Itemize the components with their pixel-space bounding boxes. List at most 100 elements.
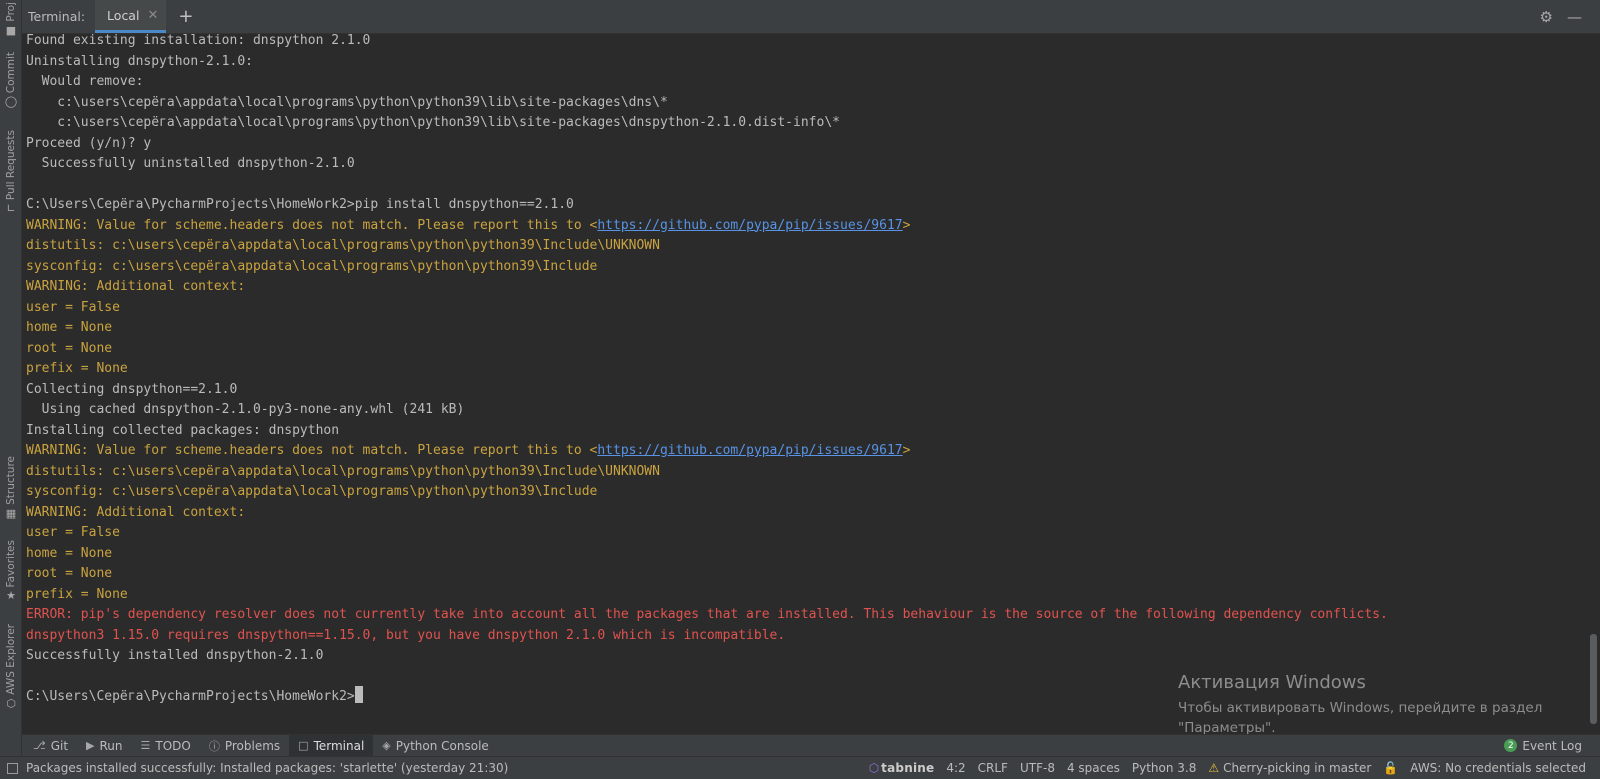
terminal-line-text: ERROR: pip's dependency resolver does no…	[26, 607, 1388, 622]
terminal-line: WARNING: Value for scheme.headers does n…	[26, 440, 910, 461]
toggle-tool-windows-icon[interactable]	[7, 762, 18, 774]
terminal-line: C:\Users\Серёга\PycharmProjects\HomeWork…	[26, 194, 574, 215]
tabnine-label: tabnine	[881, 761, 935, 775]
left-tool-strip: Proj ■ Commit ◯ Pull Requests ∟ Structur…	[0, 0, 22, 779]
tool-button-python-console[interactable]: ◈ Python Console	[373, 735, 498, 757]
tool-windows-bar: ⎇ Git ▶ Run ☰ TODO ⓘ Problems □ Terminal…	[22, 734, 1600, 757]
run-icon: ▶	[86, 739, 95, 752]
tool-button-run[interactable]: ▶ Run	[77, 735, 131, 757]
tabnine-widget[interactable]: ⬡ tabnine	[869, 761, 935, 775]
commit-icon: ◯	[4, 95, 18, 109]
tool-tab-commit[interactable]: Commit ◯	[0, 52, 22, 108]
terminal-line-text: home = None	[26, 545, 113, 561]
terminal-line-text: distutils: c:\users\серёга\appdata\local…	[26, 463, 660, 479]
terminal-line-text: Collecting dnspython==2.1.0	[26, 381, 238, 397]
tool-tab-pull-requests[interactable]: Pull Requests ∟	[0, 130, 22, 215]
terminal-line-text: WARNING: Value for scheme.headers does n…	[26, 443, 598, 458]
terminal-line: sysconfig: c:\users\серёга\appdata\local…	[26, 481, 597, 502]
tool-button-todo[interactable]: ☰ TODO	[132, 735, 200, 757]
gear-icon[interactable]: ⚙	[1540, 8, 1553, 26]
tool-tab-aws-explorer[interactable]: AWS Explorer ⬡	[0, 624, 22, 710]
tab-local[interactable]: Local ✕	[95, 0, 167, 33]
tabnine-icon: ⬡	[868, 761, 880, 775]
file-encoding[interactable]: UTF-8	[1020, 761, 1055, 775]
status-message[interactable]: Packages installed successfully: Install…	[26, 761, 508, 775]
event-log-label: Event Log	[1522, 738, 1582, 753]
tool-button-terminal-label: Terminal	[313, 738, 365, 753]
terminal-line: Successfully installed dnspython-2.1.0	[26, 645, 323, 666]
terminal-line: Collecting dnspython==2.1.0	[26, 379, 237, 400]
terminal-line: C:\Users\Серёга\PycharmProjects\HomeWork…	[26, 686, 363, 707]
windows-activation-watermark: Активация Windows Чтобы активировать Win…	[1178, 672, 1558, 738]
tool-tab-favorites[interactable]: Favorites ★	[0, 540, 22, 602]
terminal-line: Proceed (y/n)? y	[26, 133, 151, 154]
terminal-line: ERROR: pip's dependency resolver does no…	[26, 604, 1388, 625]
terminal-line-text: Uninstalling dnspython-2.1.0:	[26, 53, 253, 69]
lock-icon[interactable]: 🔓	[1383, 761, 1398, 775]
tool-tab-commit-label: Commit	[5, 52, 17, 94]
new-tab-plus-icon[interactable]: +	[178, 7, 193, 26]
tool-tab-project[interactable]: Proj ■	[0, 2, 22, 37]
tool-tab-pull-requests-label: Pull Requests	[5, 130, 17, 201]
terminal-line-text: c:\users\серёга\appdata\local\programs\p…	[26, 115, 840, 130]
terminal-line-text: Installing collected packages: dnspython	[26, 422, 340, 438]
tool-button-terminal[interactable]: □ Terminal	[289, 734, 374, 757]
terminal-line: Installing collected packages: dnspython	[26, 420, 339, 441]
terminal-line-text: Using cached dnspython-2.1.0-py3-none-an…	[26, 402, 465, 417]
terminal-line: Using cached dnspython-2.1.0-py3-none-an…	[26, 399, 465, 420]
event-log-button[interactable]: 2 Event Log	[1504, 739, 1582, 753]
close-icon[interactable]: ✕	[147, 8, 158, 23]
tool-button-problems-label: Problems	[224, 738, 281, 753]
tool-tab-structure[interactable]: Structure ▦	[0, 456, 22, 520]
terminal-cursor	[354, 686, 363, 703]
python-interpreter[interactable]: Python 3.8	[1132, 761, 1197, 775]
terminal-line-text: prefix = None	[26, 586, 128, 602]
terminal-line: prefix = None	[26, 358, 128, 379]
tool-button-git[interactable]: ⎇ Git	[24, 735, 77, 757]
star-icon: ★	[6, 589, 16, 603]
terminal-line-text: Successfully uninstalled dnspython-2.1.0	[26, 156, 355, 171]
tool-tab-favorites-label: Favorites	[5, 540, 17, 588]
terminal-line: c:\users\серёга\appdata\local\programs\p…	[26, 92, 668, 113]
status-bar: Packages installed successfully: Install…	[0, 756, 1600, 779]
indent-setting[interactable]: 4 spaces	[1067, 761, 1120, 775]
tool-tab-structure-label: Structure	[5, 456, 17, 505]
scrollbar-thumb[interactable]	[1590, 634, 1597, 724]
terminal-output[interactable]: Found existing installation: dnspython 2…	[22, 34, 1586, 727]
problems-icon: ⓘ	[208, 739, 220, 753]
terminal-line: home = None	[26, 543, 112, 564]
terminal-line-text: Successfully installed dnspython-2.1.0	[26, 648, 324, 663]
folder-icon: ■	[5, 23, 17, 37]
terminal-line: root = None	[26, 338, 112, 359]
terminal-line-text: root = None	[26, 340, 113, 356]
terminal-line: WARNING: Additional context:	[26, 502, 245, 523]
terminal-line: WARNING: Value for scheme.headers does n…	[26, 215, 910, 236]
terminal-line-text: C:\Users\Серёга\PycharmProjects\HomeWork…	[26, 197, 574, 212]
tool-button-problems[interactable]: ⓘ Problems	[200, 735, 289, 757]
minimize-icon[interactable]: —	[1567, 8, 1582, 26]
issue-link[interactable]: https://github.com/pypa/pip/issues/9617	[597, 218, 902, 233]
terminal-scrollbar[interactable]	[1586, 34, 1600, 727]
terminal-line-text: c:\users\серёга\appdata\local\programs\p…	[26, 94, 668, 110]
aws-icon: ⬡	[6, 696, 16, 710]
terminal-line-text: sysconfig: c:\users\серёга\appdata\local…	[26, 484, 598, 499]
aws-status[interactable]: AWS: No credentials selected	[1410, 761, 1586, 775]
line-separator[interactable]: CRLF	[978, 761, 1008, 775]
terminal-line: c:\users\серёга\appdata\local\programs\p…	[26, 112, 840, 133]
python-console-icon: ◈	[382, 739, 391, 752]
terminal-line: distutils: c:\users\серёга\appdata\local…	[26, 461, 660, 482]
terminal-line-text: WARNING: Additional context:	[26, 504, 246, 520]
terminal-line-text: Found existing installation: dnspython 2…	[26, 34, 371, 48]
terminal-line-text: home = None	[26, 320, 113, 335]
terminal-line: Would remove:	[26, 71, 144, 92]
terminal-line-text: prefix = None	[26, 361, 128, 376]
issue-link[interactable]: https://github.com/pypa/pip/issues/9617	[597, 443, 902, 458]
vcs-status[interactable]: ⚠ Cherry-picking in master	[1208, 761, 1371, 775]
terminal-title: Terminal:	[28, 9, 86, 24]
terminal-line: root = None	[26, 563, 112, 584]
caret-position[interactable]: 4:2	[946, 761, 965, 775]
tool-button-run-label: Run	[99, 738, 123, 753]
git-icon: ⎇	[33, 739, 46, 752]
pull-request-icon: ∟	[6, 202, 16, 216]
watermark-text: Чтобы активировать Windows, перейдите в …	[1178, 700, 1543, 736]
